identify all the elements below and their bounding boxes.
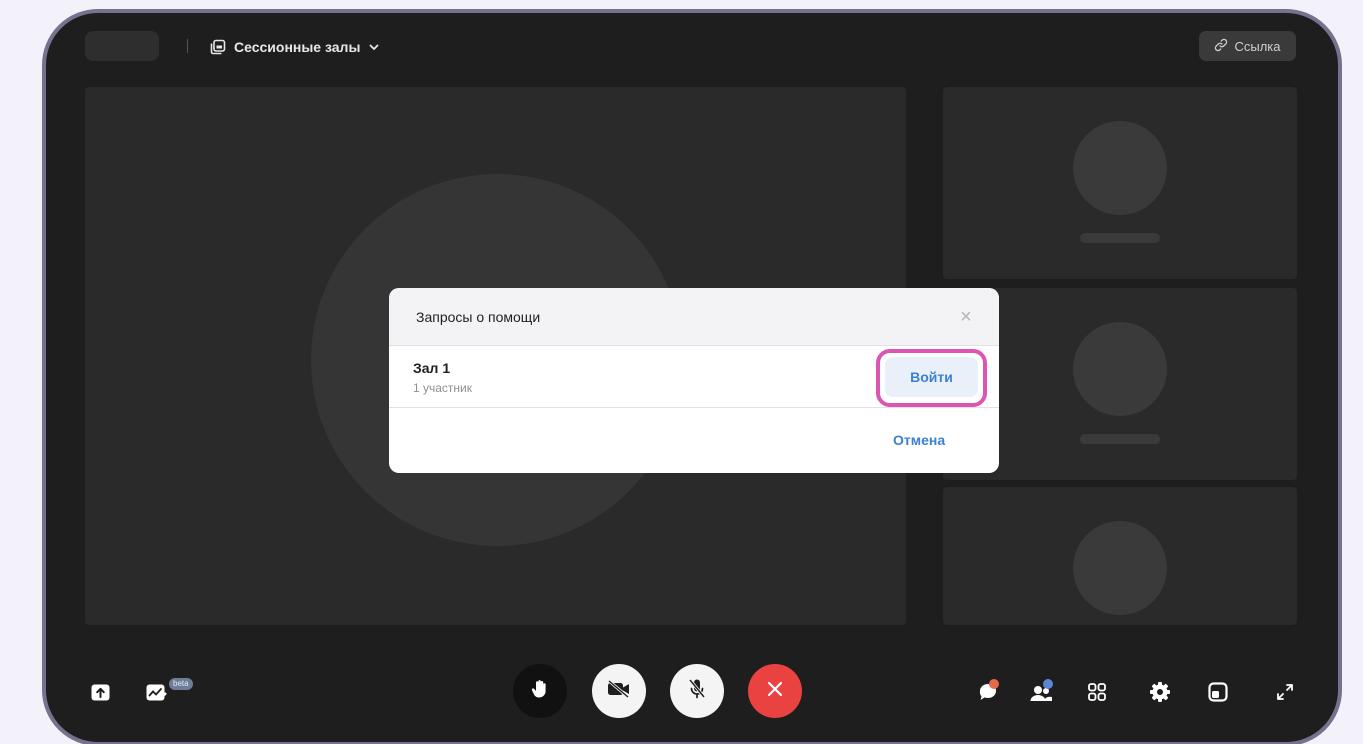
- mic-off-icon: [688, 678, 706, 705]
- room-request-row: Зал 1 1 участник Войти: [389, 346, 999, 408]
- link-icon: [1214, 38, 1228, 55]
- dialog-title: Запросы о помощи: [416, 309, 541, 325]
- session-rooms-dropdown[interactable]: Сессионные залы: [210, 35, 380, 59]
- microphone-toggle-button[interactable]: [670, 664, 724, 718]
- chat-unread-badge: [989, 679, 999, 689]
- beta-badge: beta: [169, 678, 193, 690]
- raise-hand-icon: [531, 679, 549, 704]
- close-icon[interactable]: ×: [955, 306, 977, 328]
- room-participants: 1 участник: [413, 381, 473, 395]
- raise-hand-button[interactable]: [513, 664, 567, 718]
- settings-icon[interactable]: [1148, 680, 1172, 704]
- side-video-tile: [943, 487, 1297, 625]
- camera-toggle-button[interactable]: [592, 664, 646, 718]
- end-call-button[interactable]: [748, 664, 802, 718]
- name-placeholder: [1080, 434, 1160, 444]
- join-room-button[interactable]: Войти: [885, 357, 978, 397]
- camera-off-icon: [607, 679, 631, 703]
- whiteboard-icon[interactable]: [144, 681, 168, 703]
- device-frame: Сессионные залы Ссылка Запросы о помощи …: [42, 9, 1342, 744]
- session-rooms-label: Сессионные залы: [234, 39, 361, 55]
- copy-link-button[interactable]: Ссылка: [1199, 31, 1296, 61]
- participants-badge: [1043, 679, 1053, 689]
- side-video-tile: [943, 87, 1297, 279]
- chevron-down-icon: [368, 41, 380, 53]
- end-call-icon: [766, 680, 784, 703]
- header-divider: [187, 39, 188, 53]
- avatar-placeholder: [1073, 121, 1167, 215]
- layout-icon[interactable]: [1207, 681, 1229, 703]
- room-name: Зал 1: [413, 360, 451, 376]
- fullscreen-icon[interactable]: [1274, 681, 1296, 703]
- share-screen-icon[interactable]: [89, 681, 111, 703]
- meeting-title-placeholder: [85, 31, 159, 61]
- copy-link-label: Ссылка: [1234, 38, 1281, 54]
- rooms-icon: [210, 39, 226, 55]
- participants-icon[interactable]: [1028, 679, 1054, 704]
- cancel-button[interactable]: Отмена: [893, 432, 945, 448]
- dialog-header: Запросы о помощи ×: [389, 288, 999, 346]
- help-requests-dialog: Запросы о помощи × Зал 1 1 участник Войт…: [389, 288, 999, 473]
- chat-icon[interactable]: [976, 679, 1000, 704]
- name-placeholder: [1080, 233, 1160, 243]
- avatar-placeholder: [1073, 322, 1167, 416]
- avatar-placeholder: [1073, 521, 1167, 615]
- apps-grid-icon[interactable]: [1086, 681, 1108, 703]
